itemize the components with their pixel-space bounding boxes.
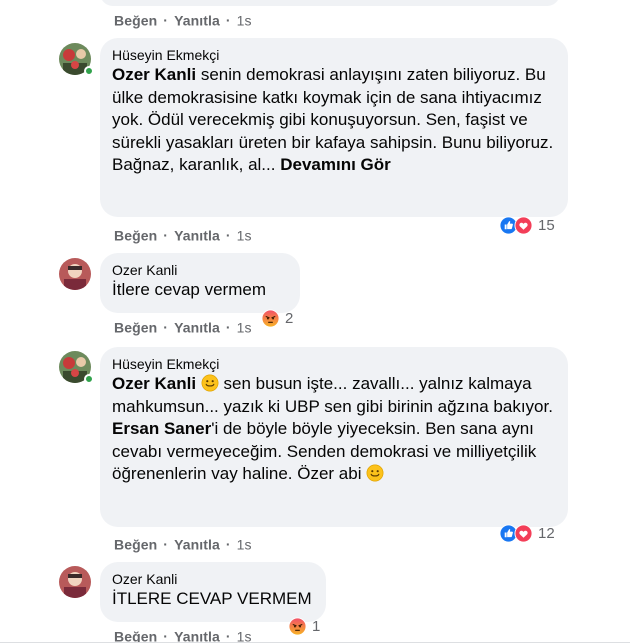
separator: · [163, 12, 169, 29]
angry-icon [261, 308, 280, 328]
like-link[interactable]: Beğen [114, 319, 157, 335]
comment-actions: Beğen · Yanıtla · 1s [114, 226, 252, 243]
separator: · [163, 628, 169, 643]
separator: · [163, 319, 169, 336]
like-link[interactable]: Beğen [114, 536, 157, 552]
comment-author[interactable]: Ozer Kanli [112, 571, 314, 587]
reaction-count: 15 [538, 216, 555, 234]
reply-link[interactable]: Yanıtla [174, 12, 220, 28]
comment-actions: Beğen · Yanıtla · 1s [114, 627, 252, 643]
reply-link[interactable]: Yanıtla [174, 319, 220, 335]
comment-author[interactable]: Hüseyin Ekmekçi [112, 47, 556, 63]
timestamp[interactable]: 1s [237, 319, 252, 335]
like-link[interactable]: Beğen [114, 227, 157, 243]
angry-icon [288, 616, 307, 636]
separator: · [225, 319, 231, 336]
timestamp[interactable]: 1s [237, 628, 252, 643]
timestamp[interactable]: 1s [237, 12, 252, 28]
avatar-ozer-icon [59, 258, 91, 290]
comment-text: İtlere cevap vermem [112, 280, 266, 299]
comment-bubble: Hüseyin Ekmekçi Ozer Kanli senin demokra… [100, 38, 568, 217]
mention-link[interactable]: Ersan Saner [112, 419, 211, 438]
reply-link[interactable]: Yanıtla [174, 536, 220, 552]
like-link[interactable]: Beğen [114, 628, 157, 643]
separator: · [225, 12, 231, 29]
comment-bubble: Hüseyin Ekmekçi Ozer Kanli sen busun işt… [100, 347, 568, 527]
reaction-summary[interactable]: 15 [497, 214, 559, 236]
comment-text: Ozer Kanli senin demokrasi anlayışını za… [112, 64, 556, 177]
reaction-count: 2 [285, 309, 294, 327]
love-icon [514, 215, 533, 235]
reaction-summary[interactable]: 12 [497, 522, 559, 544]
separator: · [163, 227, 169, 244]
timestamp[interactable]: 1s [237, 227, 252, 243]
like-link[interactable]: Beğen [114, 12, 157, 28]
previous-comment-bubble [100, 0, 560, 6]
see-more-link[interactable]: Devamını Gör [280, 155, 391, 174]
reaction-summary[interactable]: 2 [259, 307, 297, 329]
comment-bubble: Ozer Kanli İTLERE CEVAP VERMEM [100, 562, 326, 622]
love-icon [514, 523, 533, 543]
mention-link[interactable]: Ozer Kanli [112, 374, 196, 393]
reply-link[interactable]: Yanıtla [174, 628, 220, 643]
online-status-dot [84, 66, 94, 76]
comment-bubble: Ozer Kanli İtlere cevap vermem [100, 253, 300, 313]
reaction-count: 1 [312, 617, 321, 635]
comment-author[interactable]: Hüseyin Ekmekçi [112, 356, 556, 372]
reply-link[interactable]: Yanıtla [174, 227, 220, 243]
reaction-count: 12 [538, 524, 555, 542]
comment-author[interactable]: Ozer Kanli [112, 262, 288, 278]
separator: · [225, 227, 231, 244]
avatar-ozer-icon [59, 566, 91, 598]
comment-actions: Beğen · Yanıtla · 1s [114, 318, 252, 335]
avatar[interactable] [59, 566, 91, 598]
reaction-summary[interactable]: 1 [286, 615, 324, 637]
comment-actions: Beğen · Yanıtla · 1s [114, 535, 252, 552]
comment-text: İTLERE CEVAP VERMEM [112, 589, 312, 608]
smile-emoji-icon [201, 374, 219, 392]
avatar[interactable] [59, 258, 91, 290]
mention-link[interactable]: Ozer Kanli [112, 65, 196, 84]
smile-emoji-icon [366, 464, 384, 482]
separator: · [225, 536, 231, 553]
online-status-dot [84, 374, 94, 384]
comment-actions-top: Beğen · Yanıtla · 1s [114, 11, 252, 28]
timestamp[interactable]: 1s [237, 536, 252, 552]
separator: · [225, 628, 231, 643]
separator: · [163, 536, 169, 553]
comment-text: Ozer Kanli sen busun işte... zavallı... … [112, 373, 556, 486]
